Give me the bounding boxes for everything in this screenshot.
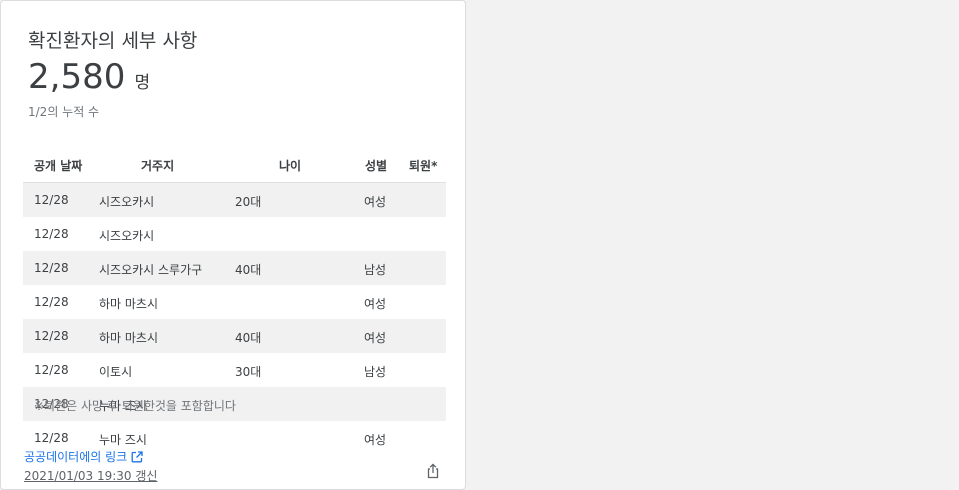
cell-gender: 남성	[364, 365, 387, 379]
table-row: 12/28 시즈오카시 스루가구 40대 남성	[23, 251, 446, 285]
updated-timestamp[interactable]: 2021/01/03 19:30 갱신	[24, 467, 157, 484]
count-unit: 명	[134, 73, 151, 93]
cell-residence: 시즈오카시	[99, 229, 155, 243]
table-row: 12/28 이토시 30대 남성	[23, 353, 446, 387]
cell-residence: 누마 즈시	[99, 433, 147, 447]
public-data-link-label: 공공데이터에의 링크	[24, 450, 128, 464]
cell-age: 30대	[235, 365, 262, 379]
table-row: 12/28 누마 즈시 ※퇴원은 사망 후 퇴원한것을 포함합니다	[23, 387, 446, 421]
table-row: 12/28 시즈오카시	[23, 217, 446, 251]
cell-residence: 이토시	[99, 365, 133, 379]
cell-age: 40대	[235, 331, 262, 345]
cell-date: 12/28	[34, 261, 69, 275]
details-card: 확진환자의 세부 사항 2,580 명 1/2의 누적 수 공개 날짜 거주지 …	[0, 0, 466, 490]
cases-table: 공개 날짜 거주지 나이 성별 퇴원* 12/28 시즈오카시 20대 여성 1…	[23, 147, 446, 455]
cell-residence: 하마 마츠시	[99, 297, 159, 311]
cell-date: 12/28	[34, 431, 69, 445]
cell-date: 12/28	[34, 295, 69, 309]
table-row: 12/28 하마 마츠시 여성	[23, 285, 446, 319]
cell-age: 20대	[235, 195, 262, 209]
count-row: 2,580 명	[28, 57, 150, 97]
cell-gender: 여성	[364, 297, 387, 311]
cell-age: 40대	[235, 263, 262, 277]
table-row: 12/28 하마 마츠시 40대 여성	[23, 319, 446, 353]
cell-date: 12/28	[34, 227, 69, 241]
card-title: 확진환자의 세부 사항	[28, 30, 198, 52]
discharge-footnote: ※퇴원은 사망 후 퇴원한것을 포함합니다	[34, 399, 236, 413]
header-age: 나이	[279, 159, 302, 173]
share-icon[interactable]	[425, 463, 441, 479]
header-discharged: 퇴원*	[409, 159, 438, 173]
cell-residence: 시즈오카시 스루가구	[99, 263, 203, 277]
cell-gender: 여성	[364, 433, 387, 447]
cell-gender: 여성	[364, 331, 387, 345]
external-link-icon	[131, 450, 143, 462]
cell-residence: 하마 마츠시	[99, 331, 159, 345]
cell-date: 12/28	[34, 363, 69, 377]
cell-date: 12/28	[34, 193, 69, 207]
table-header: 공개 날짜 거주지 나이 성별 퇴원*	[23, 147, 446, 183]
header-residence: 거주지	[141, 159, 175, 173]
header-date: 공개 날짜	[34, 159, 83, 173]
cell-gender: 여성	[364, 195, 387, 209]
cell-residence: 시즈오카시	[99, 195, 155, 209]
table-row: 12/28 시즈오카시 20대 여성	[23, 183, 446, 217]
cell-date: 12/28	[34, 329, 69, 343]
count-subtitle: 1/2의 누적 수	[28, 105, 100, 119]
cell-gender: 남성	[364, 263, 387, 277]
total-count: 2,580	[28, 57, 126, 97]
header-gender: 성별	[365, 159, 388, 173]
public-data-link[interactable]: 공공데이터에의 링크	[24, 448, 143, 465]
